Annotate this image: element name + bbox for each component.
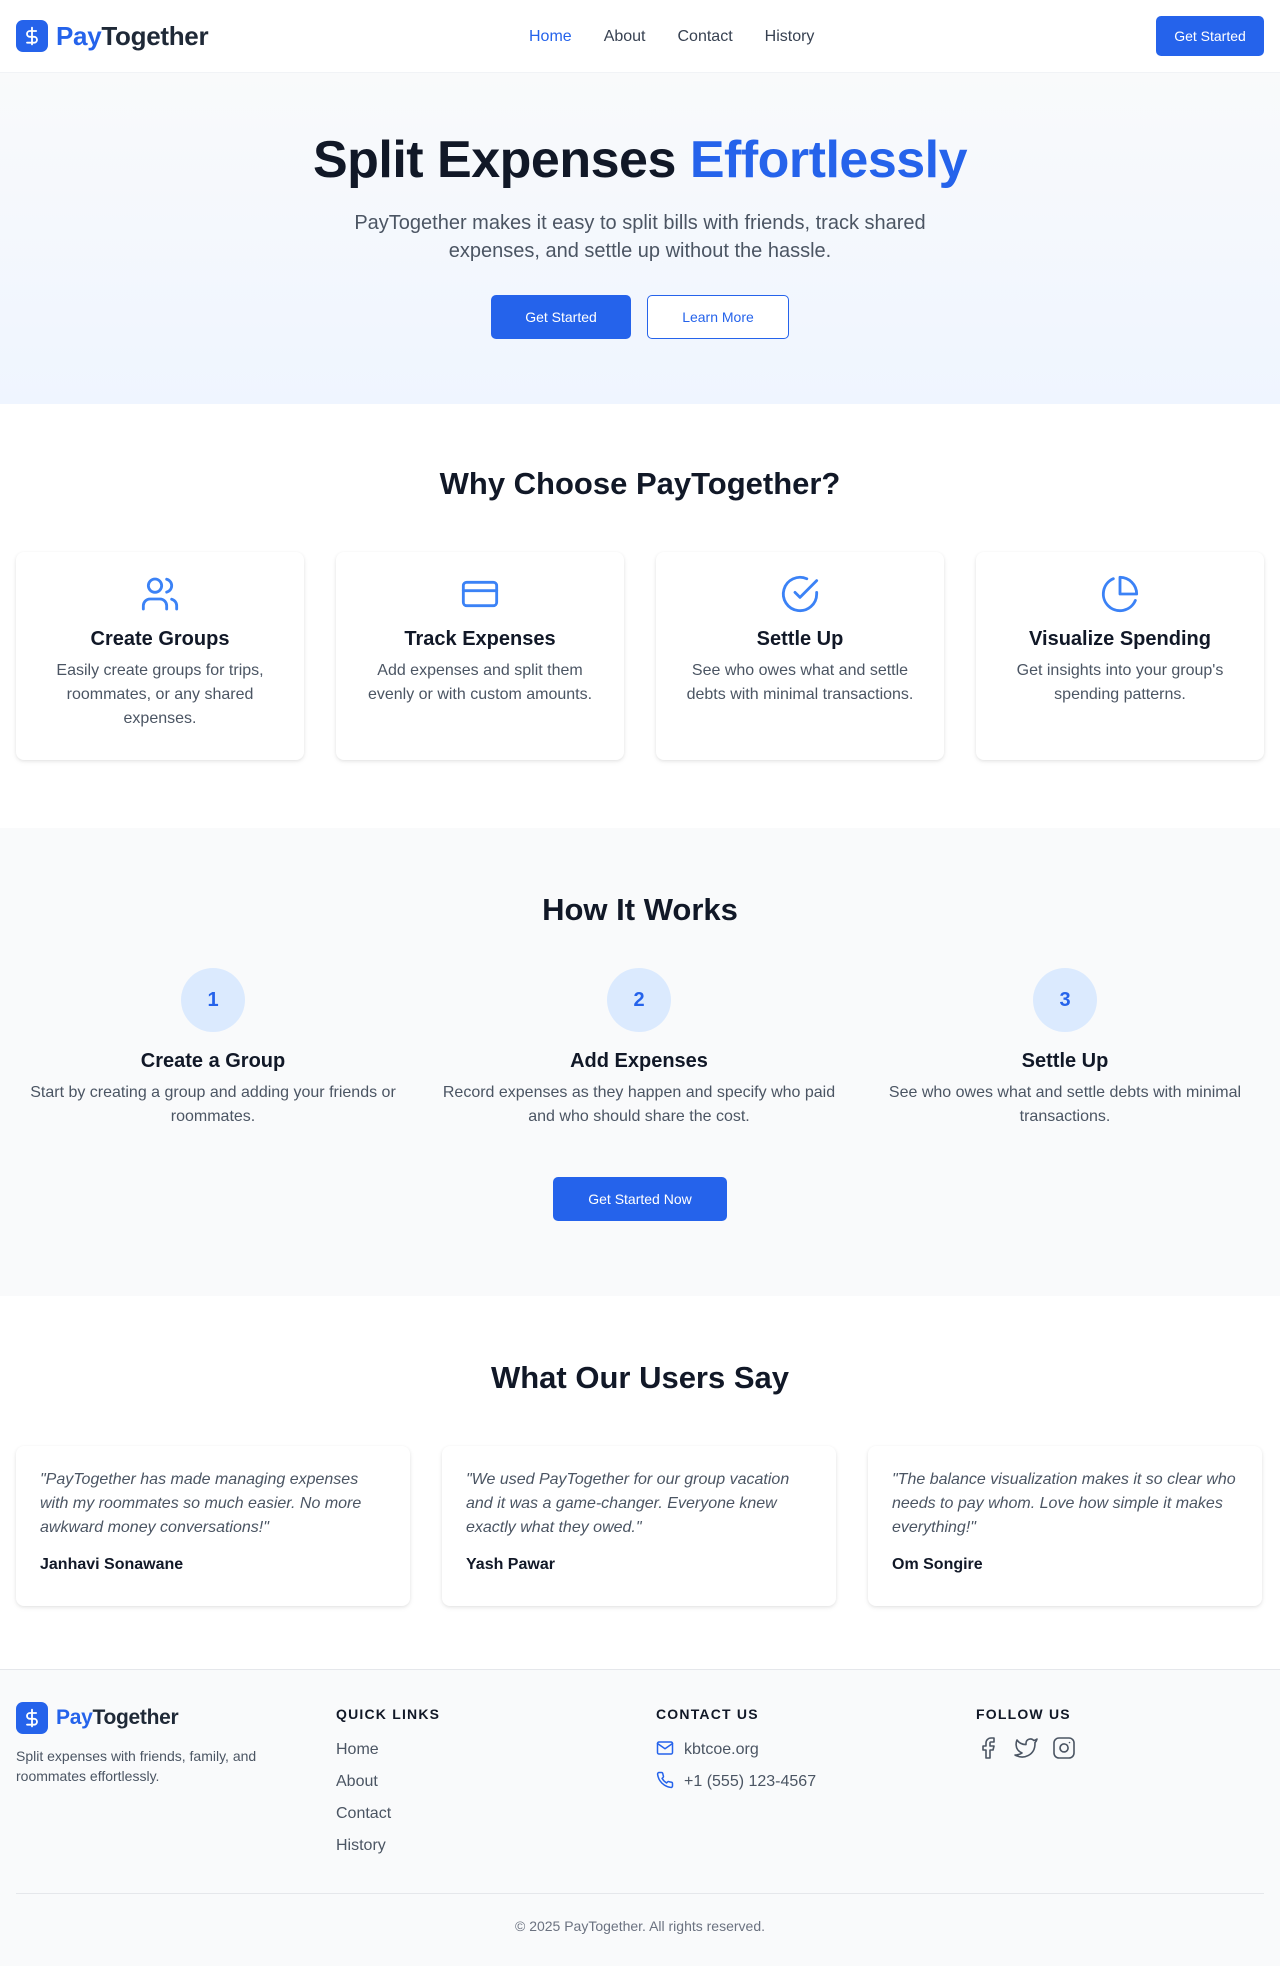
footer-brand: PayTogether Split expenses with friends,… [16,1702,304,1862]
follow-heading: FOLLOW US [976,1706,1071,1722]
hero-learn-more-button[interactable]: Learn More [647,295,789,340]
testimonial-card: "We used PayTogether for our group vacat… [442,1446,836,1606]
testimonial-quote: "The balance visualization makes it so c… [892,1471,1236,1536]
step-text: Record expenses as they happen and speci… [442,1084,836,1125]
contact-email-text: kbtcoe.org [684,1741,759,1758]
step-title: Add Expenses [570,1050,708,1072]
nav-home[interactable]: Home [529,28,572,46]
quick-links-list: Home About Contact History [336,1734,624,1862]
step-title: Create a Group [140,1050,286,1072]
main-nav: Home About Contact History [529,0,814,73]
testimonial-author: Yash Pawar [466,1556,555,1573]
step: 2 Add Expenses Record expenses as they h… [442,968,836,1129]
phone-icon [656,1771,674,1794]
footer-link-history[interactable]: History [336,1830,624,1862]
feature-card: Create Groups Easily create groups for t… [16,552,304,760]
hero-section: Split Expenses Effortlessly PayTogether … [0,73,1280,404]
feature-title: Track Expenses [404,628,556,650]
social-links [976,1736,1264,1760]
feature-grid: Create Groups Easily create groups for t… [0,552,1280,760]
brand-part-pay: Pay [56,20,102,51]
testimonial-quote: "PayTogether has made managing expenses … [40,1471,362,1536]
hero-title: Split Expenses Effortlessly [0,129,1280,191]
users-icon [40,572,280,616]
footer-logo[interactable]: PayTogether [16,1702,304,1734]
check-circle-icon [680,572,920,616]
nav-history[interactable]: History [765,28,815,46]
testimonial-author: Janhavi Sonawane [40,1556,184,1573]
how-it-works-section: How It Works 1 Create a Group Start by c… [0,828,1280,1296]
feature-title: Settle Up [756,628,844,650]
hero-get-started-button[interactable]: Get Started [491,295,631,340]
step-number: 1 [181,968,245,1032]
site-footer: PayTogether Split expenses with friends,… [0,1669,1280,1966]
footer-columns: PayTogether Split expenses with friends,… [16,1702,1264,1862]
feature-title: Create Groups [90,628,230,650]
hero-title-main: Split Expenses [312,131,690,189]
contact-email[interactable]: kbtcoe.org [656,1734,944,1766]
feature-card: Track Expenses Add expenses and split th… [336,552,624,760]
mail-icon [656,1739,674,1762]
testimonial-grid: "PayTogether has made managing expenses … [0,1446,1280,1606]
dollar-icon [16,1702,48,1734]
step-number: 2 [607,968,671,1032]
footer-link-about[interactable]: About [336,1766,624,1798]
footer-quick-links: QUICK LINKS Home About Contact History [336,1702,624,1862]
testimonial-card: "PayTogether has made managing expenses … [16,1446,410,1606]
step-text: Start by creating a group and adding you… [30,1084,396,1125]
contact-phone[interactable]: +1 (555) 123-4567 [656,1766,944,1798]
contact-heading: CONTACT US [656,1706,759,1722]
testimonial-card: "The balance visualization makes it so c… [868,1446,1262,1606]
testimonials-section: What Our Users Say "PayTogether has made… [0,1296,1280,1669]
feature-title: Visualize Spending [1029,628,1211,650]
quick-links-heading: QUICK LINKS [336,1706,441,1722]
feature-text: Get insights into your group's spending … [1016,662,1224,703]
feature-text: See who owes what and settle debts with … [686,662,914,703]
features-section: Why Choose PayTogether? Create Groups Ea… [0,404,1280,828]
header-get-started-button[interactable]: Get Started [1156,16,1264,56]
steps: 1 Create a Group Start by creating a gro… [0,968,1280,1129]
step-title: Settle Up [1021,1050,1109,1072]
testimonials-title: What Our Users Say [490,1360,790,1395]
testimonial-author: Om Songire [892,1556,983,1573]
instagram-icon[interactable] [1052,1736,1076,1760]
feature-text: Easily create groups for trips, roommate… [56,662,264,727]
testimonial-quote: "We used PayTogether for our group vacat… [466,1471,790,1536]
copyright: © 2025 PayTogether. All rights reserved. [16,1893,1264,1934]
step-text: See who owes what and settle debts with … [888,1084,1242,1125]
footer-description: Split expenses with friends, family, and… [16,1748,257,1784]
contact-phone-text: +1 (555) 123-4567 [684,1773,817,1790]
footer-follow: FOLLOW US [976,1702,1264,1862]
features-title: Why Choose PayTogether? [439,466,841,501]
pie-chart-icon [1000,572,1240,616]
facebook-icon[interactable] [976,1736,1000,1760]
feature-card: Visualize Spending Get insights into you… [976,552,1264,760]
twitter-icon[interactable] [1014,1736,1038,1760]
brand-name: PayTogether [56,20,209,52]
nav-contact[interactable]: Contact [678,28,733,46]
step: 3 Settle Up See who owes what and settle… [868,968,1262,1129]
hero-subtitle: PayTogether makes it easy to split bills… [354,212,926,263]
get-started-now-button[interactable]: Get Started Now [553,1177,727,1221]
hero-actions: Get Started Learn More [0,295,1280,340]
nav-about[interactable]: About [604,28,646,46]
footer-link-home[interactable]: Home [336,1734,624,1766]
feature-text: Add expenses and split them evenly or wi… [367,662,593,703]
brand-part-together: Together [101,20,209,51]
step-number: 3 [1033,968,1097,1032]
contact-list: kbtcoe.org +1 (555) 123-4567 [656,1734,944,1798]
hero-title-accent: Effortlessly [689,131,968,189]
site-header: PayTogether Home About Contact History G… [0,0,1280,73]
footer-brand-name: PayTogether [56,1706,179,1730]
step: 1 Create a Group Start by creating a gro… [16,968,410,1129]
dollar-icon [16,20,48,52]
credit-card-icon [360,572,600,616]
footer-link-contact[interactable]: Contact [336,1798,624,1830]
logo[interactable]: PayTogether [16,20,209,52]
brand-part-pay: Pay [56,1706,93,1729]
footer-contact: CONTACT US kbtcoe.org +1 (555) 123-4567 [656,1702,944,1862]
how-title: How It Works [542,892,738,927]
brand-part-together: Together [92,1706,179,1729]
feature-card: Settle Up See who owes what and settle d… [656,552,944,760]
